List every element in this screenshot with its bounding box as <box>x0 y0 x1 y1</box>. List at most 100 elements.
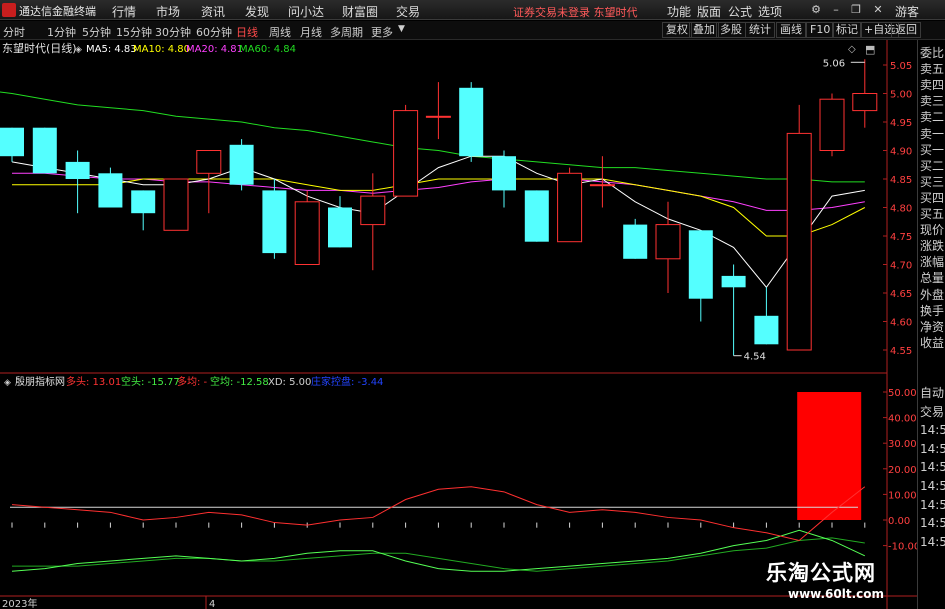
period-multi[interactable]: 多周期 <box>330 24 363 40</box>
candle-body <box>393 110 419 197</box>
menu-function[interactable]: 功能 <box>667 3 691 20</box>
quote-row-label: 买三 <box>920 174 945 189</box>
candle <box>623 218 648 259</box>
quote-row-label: 外盘 <box>920 287 945 302</box>
candle-body <box>589 184 615 187</box>
watermark-title: 乐淘公式网 <box>766 561 876 585</box>
main-chart-title: 东望时代(日线) <box>2 41 77 55</box>
candle-body <box>819 98 845 151</box>
candle <box>819 93 845 157</box>
candle <box>360 173 386 271</box>
quote-row-label: 卖一 <box>920 126 945 141</box>
ma-dropdown-icon[interactable]: ◈ <box>75 45 82 55</box>
multi-stock-button[interactable]: 多股 <box>716 22 746 38</box>
price-tick-label: 4.60 <box>890 318 912 329</box>
draw-line-button[interactable]: 画线 <box>776 22 806 38</box>
period-1min[interactable]: 1分钟 <box>47 24 76 40</box>
indicator-tick-label: 0.00 <box>888 516 910 527</box>
menu-discover[interactable]: 发现 <box>245 3 269 20</box>
period-daily[interactable]: 日线 <box>236 24 258 40</box>
candle-body <box>492 156 516 191</box>
bull-line <box>11 486 866 542</box>
window-controls: ⚙ – ❐ ✕ <box>808 2 892 18</box>
settings-icon[interactable]: ⚙ <box>808 2 824 18</box>
quote-row-label: 买一 <box>920 142 945 157</box>
quote-row-label: 卖二 <box>920 110 945 125</box>
price-tick-label: 4.65 <box>890 289 912 300</box>
ma10-legend: MA10: 4.80 <box>133 44 190 55</box>
trade-login-notice[interactable]: 证券交易未登录 东望时代 <box>513 4 638 20</box>
candle-body <box>32 127 57 174</box>
indicator-tick-label: -10.00 <box>888 542 917 553</box>
candle-body <box>425 115 451 118</box>
menu-layout[interactable]: 版面 <box>697 3 721 20</box>
overlay-button[interactable]: 叠加 <box>689 22 719 38</box>
chart-collapse-icon[interactable]: ⬒ <box>865 43 875 56</box>
indicator-axis: 50.00 40.00 30.00 20.00 10.00 0.00 -10.00 <box>883 388 917 553</box>
price-tick-label: 4.85 <box>890 175 912 186</box>
period-30min[interactable]: 30分钟 <box>155 24 191 40</box>
menu-quotes[interactable]: 行情 <box>112 3 136 20</box>
max-price-label: 5.06 <box>823 58 845 69</box>
candle <box>32 127 57 174</box>
menu-trade[interactable]: 交易 <box>396 3 420 20</box>
period-more[interactable]: 更多 <box>371 24 393 40</box>
period-timeshare[interactable]: 分时 <box>3 24 25 40</box>
minimize-icon[interactable]: – <box>828 2 844 18</box>
candle-body <box>98 173 123 208</box>
mark-button[interactable]: 标记 <box>832 22 862 38</box>
indicator-name[interactable]: 殷朋指标网 <box>15 375 65 388</box>
price-tick-label: 4.55 <box>890 346 912 357</box>
candle <box>852 59 878 128</box>
side-bottom-label: 自动 <box>920 386 945 400</box>
price-tick-label: 4.95 <box>890 118 912 129</box>
signal-bar <box>797 392 862 520</box>
period-weekly[interactable]: 周线 <box>269 24 291 40</box>
period-60min[interactable]: 60分钟 <box>196 24 232 40</box>
chart-area[interactable]: 东望时代(日线) ◈ MA5: 4.83 MA10: 4.80 MA20: 4.… <box>0 40 917 609</box>
candle-body <box>328 207 352 248</box>
menu-options[interactable]: 选项 <box>758 3 782 20</box>
back-button[interactable]: 返回 <box>891 22 921 38</box>
price-tick-label: 4.75 <box>890 232 912 243</box>
price-tick-label: 5.00 <box>890 90 912 101</box>
watermark: 乐淘公式网 www.60lt.com <box>760 555 945 609</box>
more-arrow-icon[interactable]: ▼ <box>398 24 405 34</box>
indicator-menu-icon[interactable]: ◈ <box>4 378 11 388</box>
indicator-tick-label: 30.00 <box>888 439 917 450</box>
bear-legend: 空头: -15.77 <box>121 375 180 388</box>
price-tick-label: 4.90 <box>890 147 912 158</box>
candle-body <box>557 172 583 243</box>
menu-market[interactable]: 市场 <box>156 3 180 20</box>
menu-wealth[interactable]: 财富圈 <box>342 3 378 20</box>
candle <box>786 104 812 351</box>
f10-button[interactable]: F10 <box>806 22 835 38</box>
candle-body <box>229 144 254 185</box>
quote-row-label: 涨幅 <box>920 255 945 270</box>
candle <box>328 196 352 248</box>
close-icon[interactable]: ✕ <box>870 2 886 18</box>
period-5min[interactable]: 5分钟 <box>82 24 111 40</box>
menu-bar: 通达信金融终端 行情 市场 资讯 发现 问小达 财富圈 交易 证券交易未登录 东… <box>0 0 945 20</box>
statistics-button[interactable]: 统计 <box>745 22 775 38</box>
restore-icon[interactable]: ❐ <box>848 2 864 18</box>
side-bottom-label: 14:56 <box>920 497 945 512</box>
period-15min[interactable]: 15分钟 <box>116 24 152 40</box>
candle <box>492 150 516 208</box>
period-monthly[interactable]: 月线 <box>300 24 322 40</box>
menu-ask[interactable]: 问小达 <box>288 3 324 20</box>
candle <box>131 190 156 231</box>
candle-body <box>196 150 222 174</box>
bear-average-line <box>12 537 865 572</box>
bull-legend: 多头: 13.01 <box>66 375 121 388</box>
menu-news[interactable]: 资讯 <box>201 3 225 20</box>
guest-login[interactable]: 游客 <box>895 3 919 20</box>
candle <box>589 156 615 208</box>
candle <box>65 150 90 214</box>
chart-option-icon[interactable]: ◇ <box>848 44 856 55</box>
menu-formula[interactable]: 公式 <box>728 3 752 20</box>
quote-row-label: 卖五 <box>920 62 945 77</box>
side-bottom-label: 14:56 <box>920 423 945 438</box>
bull-avg-legend: 多均: - <box>177 375 208 388</box>
adjust-button[interactable]: 复权 <box>662 22 692 38</box>
